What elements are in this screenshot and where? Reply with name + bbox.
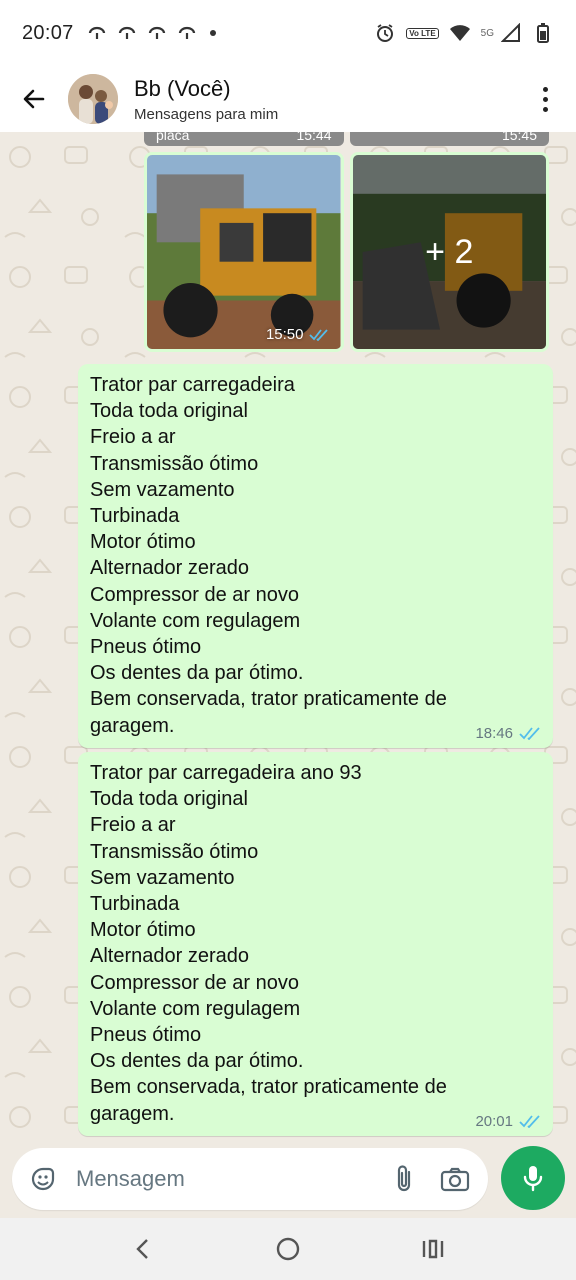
previous-media-row: placa 15:44 15:45 [144,132,549,146]
message-line: Trator par carregadeira [90,374,295,396]
status-bar: 20:07 Vo LTE 5G [0,0,576,66]
message-meta: 18:46 [475,725,541,742]
message-input[interactable]: Mensagem [76,1166,372,1192]
message-line: Pneus ótimo [90,1024,202,1047]
message-line: Alternador zerado [90,557,249,580]
message-line: Sem vazamento [90,478,235,501]
photo-thumbnail[interactable]: 15:50 [144,152,344,352]
message-line: Turbinada [90,505,180,528]
chat-header: Bb (Você) Mensagens para mim [0,66,576,132]
header-text[interactable]: Bb (Você) Mensagens para mim [134,76,278,123]
microphone-icon [523,1166,543,1192]
alarm-icon [374,22,396,44]
message-line: Transmissão ótimo [90,840,259,863]
more-vert-icon [542,86,548,92]
message-line: Os dentes da par ótimo. [90,662,304,685]
message-line: Freio a ar [90,814,176,837]
signal-icon [500,22,522,44]
chat-area[interactable]: placa 15:44 15:45 15:50 + 2 Trator par c… [0,132,576,1148]
arrow-left-icon [23,89,45,109]
network-label: 5G [480,27,494,39]
message-line: Freio a ar [90,426,176,449]
message-line: Bem conservada, trator praticamente de [90,688,447,711]
message-line: Motor ótimo [90,919,196,942]
cloud-icon [146,22,168,44]
message-line: Volante com regulagem [90,609,301,632]
cloud-icon [116,22,138,44]
message-line: Compressor de ar novo [90,583,299,606]
loader-tractor-photo [147,155,341,349]
message-line: Turbinada [90,893,180,916]
dot-icon [209,30,216,36]
nav-back-button[interactable] [123,1229,163,1269]
media-thumbnail[interactable]: placa 15:44 [144,132,344,146]
message-line: Bem conservada, trator praticamente de [90,1076,447,1099]
message-input-container[interactable]: Mensagem [12,1148,488,1210]
system-icons: Vo LTE 5G [374,22,554,44]
message-composer: Mensagem [0,1146,576,1218]
status-time: 20:07 [22,21,74,44]
battery-icon [532,22,554,44]
back-button[interactable] [16,81,52,117]
message-time: 20:01 [475,1113,513,1130]
media-time: 15:44 [296,132,332,143]
contact-name: Bb (Você) [134,75,231,101]
media-thumbnail[interactable]: 15:45 [349,132,549,146]
message-bubble[interactable]: Trator par carregadeira ano 93 Toda toda… [78,752,553,1136]
message-meta: 20:01 [475,1113,541,1130]
media-caption: placa [156,132,190,143]
avatar[interactable] [68,74,118,124]
cloud-icon [176,22,198,44]
photo-timestamp: 15:50 [266,326,329,343]
sticker-icon [31,1167,55,1191]
message-line: Volante com regulagem [90,997,301,1020]
message-line: Compressor de ar novo [90,971,299,994]
read-ticks-icon [308,328,328,341]
message-line: garagem. [90,1102,175,1125]
contact-subtitle: Mensagens para mim [134,105,279,123]
paperclip-icon [397,1165,411,1192]
volte-icon: Vo LTE [406,27,439,39]
message-bubble[interactable]: Trator par carregadeira Toda toda origin… [78,364,553,748]
nav-recents-button[interactable] [413,1229,453,1269]
media-album: 15:50 + 2 [144,152,549,352]
message-line: Trator par carregadeira ano 93 [90,762,362,784]
read-ticks-icon [519,727,540,740]
voice-message-button[interactable] [501,1146,565,1210]
message-line: Toda toda original [90,400,248,423]
wifi-icon [449,22,471,44]
photo-thumbnail[interactable]: + 2 [349,152,549,352]
message-line: Os dentes da par ótimo. [90,1050,304,1073]
recents-nav-icon [423,1239,444,1259]
message-line: Pneus ótimo [90,636,202,659]
message-line: garagem. [90,714,175,737]
message-time: 18:46 [475,725,513,742]
system-navigation-bar [0,1218,576,1280]
camera-icon [440,1167,470,1192]
back-nav-icon [135,1239,148,1259]
message-line: Sem vazamento [90,866,235,889]
notification-icons [86,22,216,44]
more-media-count: + 2 [352,155,546,349]
camera-button[interactable] [438,1162,472,1196]
message-line: Motor ótimo [90,531,196,554]
message-line: Toda toda original [90,788,248,811]
sticker-button[interactable] [28,1164,58,1194]
attach-button[interactable] [388,1162,422,1196]
message-line: Transmissão ótimo [90,452,259,475]
more-options-button[interactable] [530,79,560,119]
home-nav-icon [276,1237,300,1261]
media-time: 15:45 [501,132,537,143]
nav-home-button[interactable] [268,1229,308,1269]
read-ticks-icon [519,1115,540,1128]
cloud-icon [86,22,108,44]
message-line: Alternador zerado [90,945,249,968]
